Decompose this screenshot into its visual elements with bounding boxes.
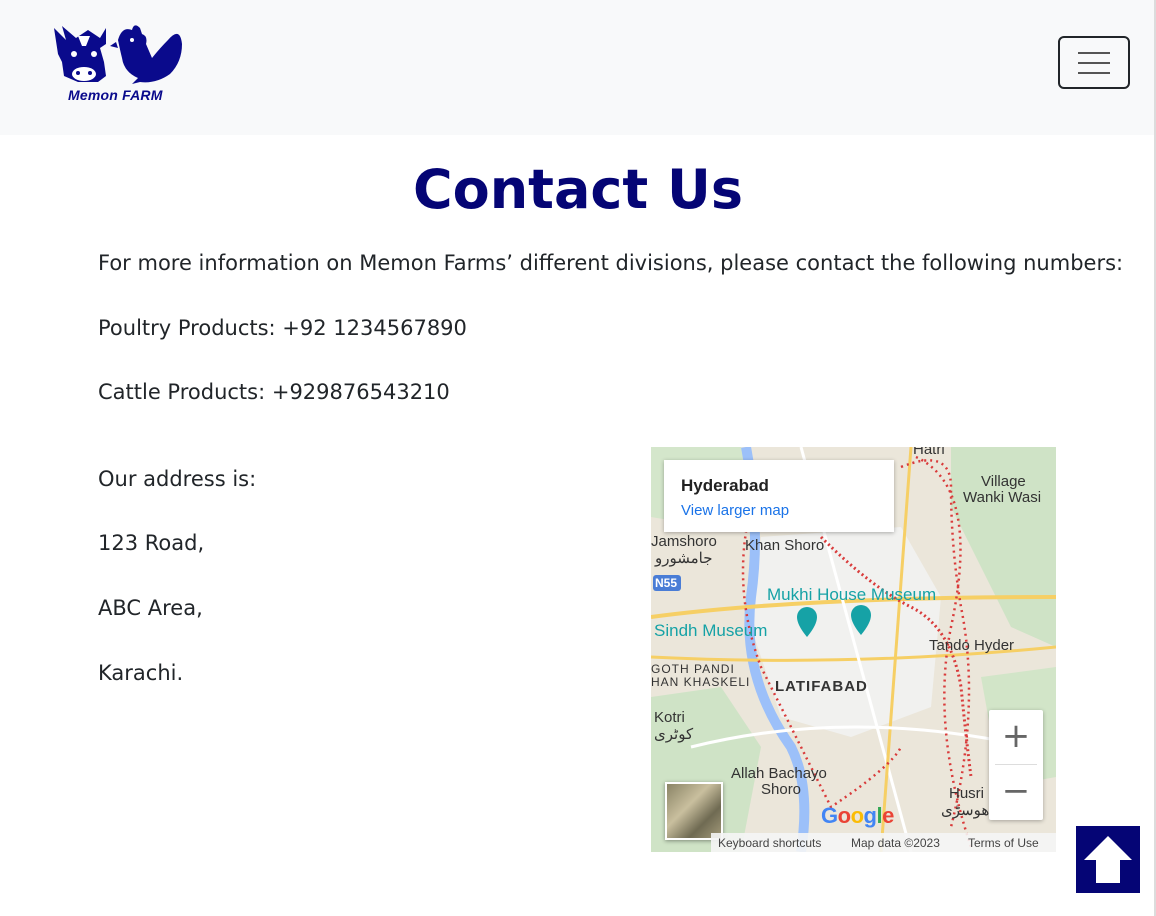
map-attribution-bar: Keyboard shortcuts Map data ©2023 Terms … bbox=[711, 833, 1056, 852]
map-label-allah-bachayo: Allah Bachayo bbox=[731, 765, 827, 782]
map-info-card: Hyderabad View larger map bbox=[664, 460, 894, 532]
satellite-view-toggle[interactable] bbox=[665, 782, 723, 840]
cattle-contact: Cattle Products: +929876543210 bbox=[98, 380, 450, 404]
navbar: Memon FARM bbox=[0, 0, 1156, 135]
brand-logo[interactable]: Memon FARM bbox=[48, 18, 188, 118]
zoom-in-button[interactable]: + bbox=[989, 710, 1043, 764]
map-label-husri: Husri bbox=[949, 785, 985, 802]
map-label-shoro: Shoro bbox=[761, 781, 802, 798]
intro-text: For more information on Memon Farms’ dif… bbox=[98, 251, 1124, 275]
map-label-n55: N55 bbox=[655, 576, 678, 590]
map-label-jamshoro-urdu: جامشورو bbox=[655, 550, 713, 567]
map-label-latifabad: LATIFABAD bbox=[775, 678, 868, 695]
map-label-tando-hyder: Tando Hyder bbox=[929, 637, 1015, 654]
page-title: Contact Us bbox=[412, 158, 744, 221]
map-label-khan-shoro: Khan Shoro bbox=[745, 537, 825, 554]
terms-of-use-link[interactable]: Terms of Use bbox=[968, 836, 1039, 850]
address-line-2: ABC Area, bbox=[98, 596, 203, 620]
poultry-contact: Poultry Products: +92 1234567890 bbox=[98, 316, 467, 340]
map-data-text: Map data ©2023 bbox=[851, 836, 940, 850]
map-label-jamshoro: Jamshoro bbox=[651, 533, 717, 550]
map-label-mukhi-house-museum: Mukhi House Museum bbox=[767, 585, 937, 604]
hamburger-icon-bar bbox=[1078, 72, 1110, 74]
arrow-up-icon bbox=[1084, 836, 1132, 883]
map-label-kotri-urdu: کوٹری bbox=[654, 726, 694, 743]
google-logo: Google bbox=[821, 803, 894, 828]
keyboard-shortcuts-link[interactable]: Keyboard shortcuts bbox=[718, 836, 821, 850]
address-line-3: Karachi. bbox=[98, 661, 184, 685]
embedded-map[interactable]: Hatri Village Wanki Wasi Jamshoro جامشور… bbox=[651, 447, 1056, 852]
map-label-wanki-wasi: Wanki Wasi bbox=[963, 489, 1042, 506]
map-label-kotri: Kotri bbox=[654, 709, 685, 726]
hamburger-icon bbox=[1078, 52, 1110, 54]
map-place-name: Hyderabad bbox=[681, 476, 769, 495]
map-label-han-khaskeli: HAN KHASKELI bbox=[651, 675, 751, 689]
address-heading: Our address is: bbox=[98, 467, 257, 491]
cow-rooster-logo-icon bbox=[54, 25, 182, 84]
map-label-village: Village bbox=[981, 473, 1026, 490]
view-larger-map-link[interactable]: View larger map bbox=[681, 502, 789, 519]
map-label-goth-pandi: GOTH PANDI bbox=[651, 662, 735, 676]
map-label-sindh-museum: Sindh Museum bbox=[654, 621, 768, 640]
navbar-toggler-button[interactable] bbox=[1058, 36, 1130, 89]
hamburger-icon-bar bbox=[1078, 62, 1110, 64]
scroll-to-top-button[interactable] bbox=[1075, 825, 1141, 894]
zoom-out-button[interactable]: − bbox=[989, 765, 1043, 819]
map-zoom-controls: + − bbox=[989, 710, 1043, 820]
map-label-husri-urdu: ھوسڑی bbox=[941, 802, 990, 819]
map-label-hatri: Hatri bbox=[913, 447, 945, 458]
address-line-1: 123 Road, bbox=[98, 531, 205, 555]
logo-text: Memon FARM bbox=[68, 87, 163, 103]
